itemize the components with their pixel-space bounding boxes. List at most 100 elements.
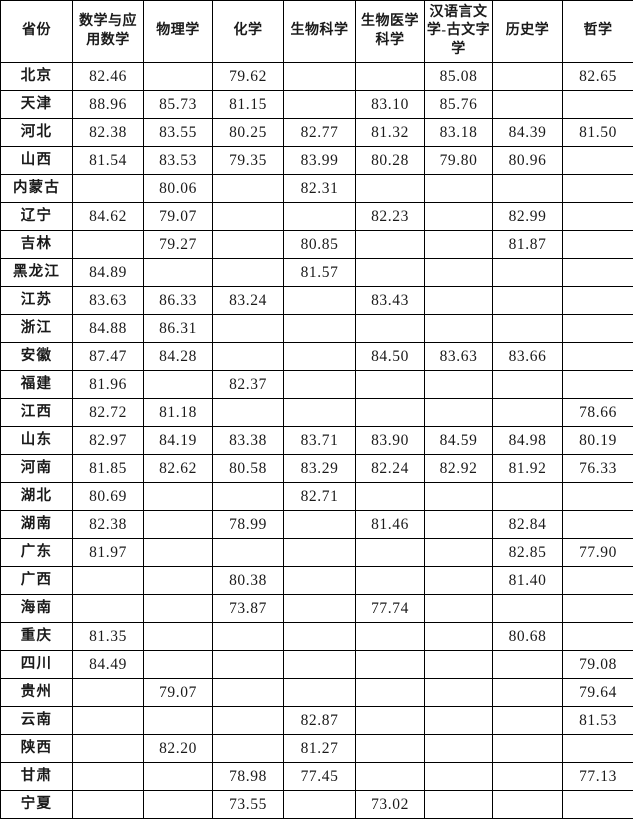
province-cell: 浙江 (1, 315, 73, 343)
score-cell: 83.90 (356, 427, 425, 455)
table-row: 黑龙江84.8981.57 (1, 259, 633, 287)
score-cell (213, 399, 284, 427)
score-cell (425, 567, 493, 595)
score-cell (284, 343, 356, 371)
score-cell (284, 63, 356, 91)
province-cell: 北京 (1, 63, 73, 91)
score-cell (213, 735, 284, 763)
score-cell: 79.64 (563, 679, 633, 707)
table-row: 浙江84.8886.31 (1, 315, 633, 343)
score-cell: 84.50 (356, 343, 425, 371)
score-cell (284, 287, 356, 315)
score-cell: 84.19 (144, 427, 213, 455)
score-cell: 84.59 (425, 427, 493, 455)
table-row: 辽宁84.6279.0782.2382.99 (1, 203, 633, 231)
score-cell: 85.08 (425, 63, 493, 91)
score-cell: 83.10 (356, 91, 425, 119)
score-cell (356, 175, 425, 203)
score-cell: 80.25 (213, 119, 284, 147)
score-cell (213, 343, 284, 371)
score-cell: 80.85 (284, 231, 356, 259)
score-cell: 83.66 (493, 343, 563, 371)
score-cell (493, 735, 563, 763)
score-cell (563, 315, 633, 343)
score-cell (356, 231, 425, 259)
score-cell (493, 763, 563, 791)
score-cell (213, 231, 284, 259)
province-cell: 宁夏 (1, 791, 73, 819)
table-row: 广西80.3881.40 (1, 567, 633, 595)
score-cell (563, 623, 633, 651)
score-cell: 80.68 (493, 623, 563, 651)
column-header-math-applied-math: 数学与应用数学 (73, 1, 144, 63)
score-cell: 81.15 (213, 91, 284, 119)
score-cell (493, 91, 563, 119)
province-cell: 陕西 (1, 735, 73, 763)
score-cell: 81.35 (73, 623, 144, 651)
table-row: 重庆81.3580.68 (1, 623, 633, 651)
province-cell: 贵州 (1, 679, 73, 707)
score-cell: 82.99 (493, 203, 563, 231)
province-cell: 山东 (1, 427, 73, 455)
score-cell: 81.50 (563, 119, 633, 147)
column-header-physics: 物理学 (144, 1, 213, 63)
score-cell (284, 203, 356, 231)
score-cell (425, 399, 493, 427)
score-cell (425, 371, 493, 399)
province-cell: 福建 (1, 371, 73, 399)
score-cell (493, 287, 563, 315)
score-cell (493, 679, 563, 707)
province-cell: 内蒙古 (1, 175, 73, 203)
score-cell (493, 595, 563, 623)
score-cell (144, 539, 213, 567)
score-cell: 82.38 (73, 511, 144, 539)
province-cell: 广西 (1, 567, 73, 595)
score-cell (563, 147, 633, 175)
table-row: 江苏83.6386.3383.2483.43 (1, 287, 633, 315)
score-cell (284, 567, 356, 595)
score-cell (213, 679, 284, 707)
score-cell: 82.31 (284, 175, 356, 203)
score-cell (144, 63, 213, 91)
score-cell: 77.45 (284, 763, 356, 791)
score-cell (144, 511, 213, 539)
score-cell (563, 91, 633, 119)
score-cell: 87.47 (73, 343, 144, 371)
score-cell (563, 735, 633, 763)
score-cell (144, 791, 213, 819)
table-row: 河南81.8582.6280.5883.2982.2482.9281.9276.… (1, 455, 633, 483)
score-cell (356, 399, 425, 427)
score-cell (493, 175, 563, 203)
table-row: 内蒙古80.0682.31 (1, 175, 633, 203)
score-cell: 82.84 (493, 511, 563, 539)
score-cell (73, 735, 144, 763)
score-cell (284, 511, 356, 539)
score-cell (563, 371, 633, 399)
table-row: 天津88.9685.7381.1583.1085.76 (1, 91, 633, 119)
score-cell: 80.28 (356, 147, 425, 175)
score-cell: 84.98 (493, 427, 563, 455)
score-cell (425, 287, 493, 315)
score-cell (144, 371, 213, 399)
table-row: 河北82.3883.5580.2582.7781.3283.1884.3981.… (1, 119, 633, 147)
province-cell: 湖南 (1, 511, 73, 539)
score-cell (356, 651, 425, 679)
score-cell (425, 763, 493, 791)
score-cell: 81.85 (73, 455, 144, 483)
table-row: 山东82.9784.1983.3883.7183.9084.5984.9880.… (1, 427, 633, 455)
score-cell (425, 595, 493, 623)
score-cell (356, 623, 425, 651)
score-cell: 83.55 (144, 119, 213, 147)
score-cell: 83.63 (425, 343, 493, 371)
column-header-province: 省份 (1, 1, 73, 63)
table-row: 江西82.7281.1878.66 (1, 399, 633, 427)
score-cell: 86.33 (144, 287, 213, 315)
score-cell: 79.80 (425, 147, 493, 175)
score-cell (563, 259, 633, 287)
score-cell: 81.96 (73, 371, 144, 399)
score-cell (493, 315, 563, 343)
score-cell (73, 175, 144, 203)
score-cell (493, 483, 563, 511)
score-cell (563, 287, 633, 315)
score-cell (425, 259, 493, 287)
